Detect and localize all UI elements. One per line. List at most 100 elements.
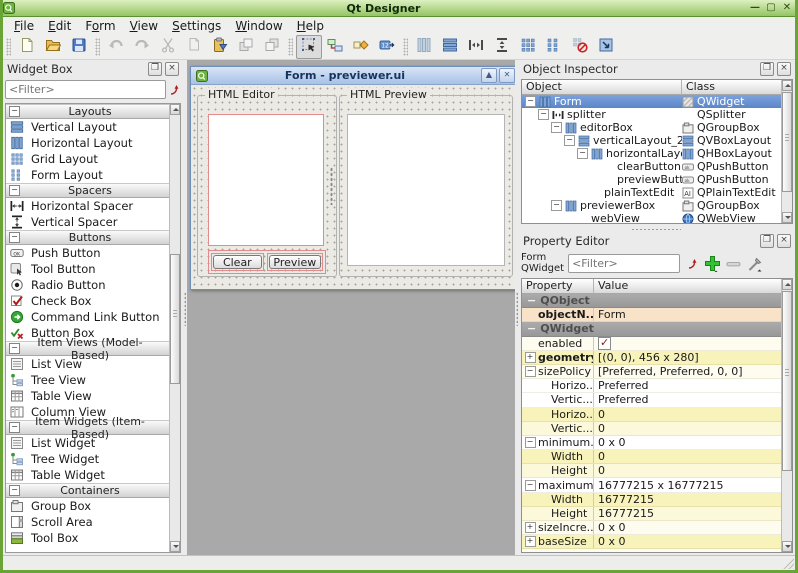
layout-vertical-button[interactable] <box>437 35 463 59</box>
edit-widgets-button[interactable] <box>296 35 322 59</box>
scroll-down-icon[interactable] <box>782 212 792 223</box>
raise-widget-button[interactable] <box>233 35 259 59</box>
layout-vertical-splitter-button[interactable] <box>489 35 515 59</box>
widget-item-table-view[interactable]: Table View <box>6 388 169 404</box>
edit-signals-slots-button[interactable] <box>322 35 348 59</box>
collapse-icon[interactable]: − <box>525 96 536 107</box>
property-row-sizePolicy[interactable]: −sizePolicy [Preferred, Preferred, 0, 0] <box>522 365 781 379</box>
checkbox-checked-icon[interactable] <box>598 337 611 350</box>
float-icon[interactable]: ❐ <box>148 62 162 76</box>
widget-item-form-layout[interactable]: Form Layout <box>6 167 169 183</box>
collapse-icon[interactable]: − <box>9 185 20 196</box>
column-header-value[interactable]: Value <box>594 279 792 294</box>
category-containers[interactable]: − Containers <box>6 483 169 498</box>
preview-button[interactable]: Preview <box>269 255 321 269</box>
widget-item-tree-view[interactable]: Tree View <box>6 372 169 388</box>
menu-file[interactable]: File <box>7 18 41 34</box>
form-canvas[interactable]: HTML Editor Clear Preview <box>191 85 517 289</box>
property-filter-input[interactable] <box>568 254 680 273</box>
property-row-Width[interactable]: Width 16777215 <box>522 493 781 507</box>
remove-dynamic-property-icon[interactable] <box>726 256 742 272</box>
column-header-property[interactable]: Property <box>522 279 594 294</box>
paste-button[interactable] <box>207 35 233 59</box>
break-layout-button[interactable] <box>567 35 593 59</box>
menu-window[interactable]: Window <box>228 18 289 34</box>
maximize-button[interactable]: ▢ <box>765 2 777 14</box>
plain-text-edit[interactable] <box>208 114 324 246</box>
resize-grip[interactable] <box>782 557 794 569</box>
cut-button[interactable] <box>155 35 181 59</box>
widget-item-radio-button[interactable]: Radio Button <box>6 277 169 293</box>
property-row-maximum[interactable]: −maximum... 16777215 x 16777215 <box>522 478 781 492</box>
property-row-objectN[interactable]: objectN... Form <box>522 308 781 322</box>
property-row-geometry[interactable]: +geometry [(0, 0), 456 x 280] <box>522 351 781 365</box>
scroll-down-icon[interactable] <box>782 541 792 552</box>
collapse-icon[interactable]: − <box>538 109 549 120</box>
property-row-Width[interactable]: Width 0 <box>522 450 781 464</box>
close-icon[interactable]: × <box>777 234 791 248</box>
widget-item-horizontal-spacer[interactable]: Horizontal Spacer <box>6 198 169 214</box>
collapse-icon[interactable]: − <box>9 232 20 243</box>
widget-item-group-box[interactable]: Group Box <box>6 498 169 514</box>
category-spacers[interactable]: − Spacers <box>6 183 169 198</box>
column-header-object[interactable]: Object <box>522 80 682 95</box>
menu-settings[interactable]: Settings <box>165 18 228 34</box>
property-row-minimum[interactable]: −minimum... 0 x 0 <box>522 436 781 450</box>
tree-row-editorBox[interactable]: − editorBox QGroupBox <box>522 121 781 134</box>
tree-row-previewerBox[interactable]: − previewerBox QGroupBox <box>522 199 781 212</box>
menu-edit[interactable]: Edit <box>41 18 78 34</box>
collapse-icon[interactable]: − <box>527 294 536 307</box>
tree-row-Form[interactable]: − Form QWidget <box>522 95 781 108</box>
widget-item-check-box[interactable]: Check Box <box>6 293 169 309</box>
category-item-views-model-based-[interactable]: − Item Views (Model-Based) <box>6 341 169 356</box>
property-row-Vertic[interactable]: Vertic... Preferred <box>522 393 781 407</box>
widget-item-push-button[interactable]: OK Push Button <box>6 245 169 261</box>
collapse-icon[interactable]: − <box>564 135 575 146</box>
property-row-sizeIncre[interactable]: +sizeIncre... 0 x 0 <box>522 521 781 535</box>
new-file-button[interactable] <box>14 35 40 59</box>
widget-filter-input[interactable] <box>5 80 166 99</box>
form-window[interactable]: Form - previewer.ui ▲ ✕ HTML Editor Clea… <box>190 66 518 290</box>
menu-help[interactable]: Help <box>290 18 331 34</box>
widget-item-tree-widget[interactable]: Tree Widget <box>6 451 169 467</box>
layout-horizontal-splitter-button[interactable] <box>463 35 489 59</box>
property-group-QObject[interactable]: − QObject <box>522 294 781 308</box>
menu-view[interactable]: View <box>123 18 165 34</box>
tree-row-previewButton[interactable]: previewButton ok QPushButton <box>522 173 781 186</box>
toolbar-handle[interactable] <box>288 38 293 56</box>
property-row-enabled[interactable]: enabled <box>522 337 781 351</box>
widget-item-table-widget[interactable]: Table Widget <box>6 467 169 483</box>
widget-item-vertical-layout[interactable]: Vertical Layout <box>6 119 169 135</box>
button-layout[interactable]: Clear Preview <box>208 250 326 274</box>
expand-icon[interactable]: + <box>525 536 536 547</box>
collapse-icon[interactable]: − <box>9 106 20 117</box>
edit-buddies-button[interactable] <box>348 35 374 59</box>
widget-box-scrollbar[interactable] <box>169 104 180 552</box>
collapse-icon[interactable]: − <box>9 422 20 433</box>
tree-row-splitter[interactable]: − splitter QSplitter <box>522 108 781 121</box>
filter-clear-icon[interactable] <box>687 258 699 270</box>
collapse-icon[interactable]: − <box>525 437 536 448</box>
widget-item-grid-layout[interactable]: Grid Layout <box>6 151 169 167</box>
property-row-Height[interactable]: Height 16777215 <box>522 507 781 521</box>
close-button[interactable]: ✕ <box>781 2 793 14</box>
toolbar-handle[interactable] <box>403 38 408 56</box>
minimize-button[interactable]: — <box>749 2 761 14</box>
collapse-icon[interactable]: − <box>577 148 588 159</box>
scrollbar-thumb[interactable] <box>782 291 792 471</box>
collapse-icon[interactable]: − <box>551 200 562 211</box>
close-icon[interactable]: ✕ <box>499 68 515 83</box>
clear-button[interactable]: Clear <box>213 255 262 269</box>
widget-item-tool-button[interactable]: Tool Button <box>6 261 169 277</box>
edit-tab-order-button[interactable]: 123 <box>374 35 400 59</box>
property-row-Horizo[interactable]: Horizo... 0 <box>522 408 781 422</box>
layout-form-button[interactable] <box>541 35 567 59</box>
shade-icon[interactable]: ▲ <box>481 68 497 83</box>
scroll-up-icon[interactable] <box>782 80 792 91</box>
save-file-button[interactable] <box>66 35 92 59</box>
filter-clear-icon[interactable] <box>169 84 181 96</box>
preview-groupbox[interactable]: HTML Preview <box>339 95 513 277</box>
tree-row-webView[interactable]: webView QWebView <box>522 212 781 224</box>
widget-item-horizontal-layout[interactable]: Horizontal Layout <box>6 135 169 151</box>
collapse-icon[interactable]: − <box>9 485 20 496</box>
